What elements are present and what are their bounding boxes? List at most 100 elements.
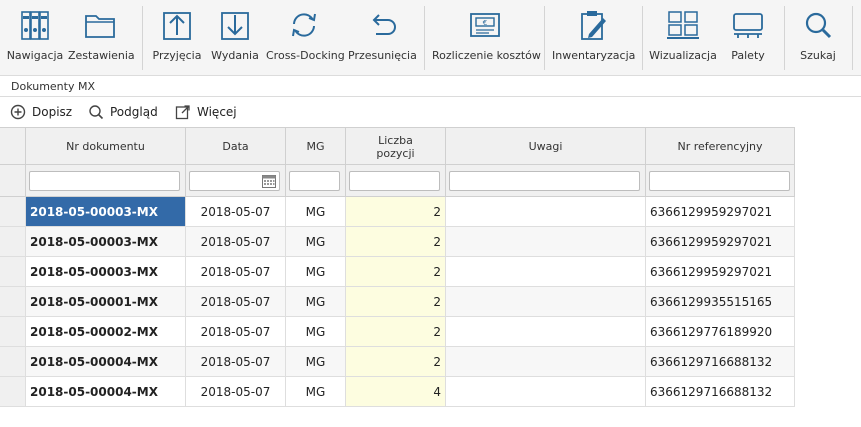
cell-mg[interactable]: MG (285, 197, 345, 226)
cell-nr-referencyjny[interactable]: 6366129959297021 (645, 257, 795, 286)
add-button-label: Dopisz (32, 105, 73, 119)
cell-nr-dokumentu[interactable]: 2018-05-00003-MX (25, 257, 185, 286)
cell-data[interactable]: 2018-05-07 (185, 257, 285, 286)
cell-liczba-pozycji[interactable]: 2 (345, 347, 445, 376)
ribbon-inwentaryzacja-label: Inwentaryzacja (552, 49, 636, 62)
ribbon-separator (424, 6, 425, 70)
cell-mg[interactable]: MG (285, 257, 345, 286)
row-header (0, 257, 25, 286)
table-row[interactable]: 2018-05-00001-MX 2018-05-07 MG 2 6366129… (0, 287, 795, 317)
table-row[interactable]: 2018-05-00002-MX 2018-05-07 MG 2 6366129… (0, 317, 795, 347)
cell-nr-dokumentu[interactable]: 2018-05-00003-MX (25, 197, 185, 226)
svg-text:€: € (483, 19, 487, 27)
ribbon-zestawienia-label: Zestawienia (68, 49, 135, 62)
cell-nr-referencyjny[interactable]: 6366129959297021 (645, 197, 795, 226)
cell-data[interactable]: 2018-05-07 (185, 227, 285, 256)
ribbon-nawigacja-button[interactable]: Nawigacja (4, 0, 66, 76)
cell-nr-dokumentu[interactable]: 2018-05-00004-MX (25, 377, 185, 406)
table-row[interactable]: 2018-05-00003-MX 2018-05-07 MG 2 6366129… (0, 197, 795, 227)
ribbon-przyjecia-button[interactable]: Przyjęcia (148, 0, 206, 76)
cell-uwagi[interactable] (445, 317, 645, 346)
cell-uwagi[interactable] (445, 287, 645, 316)
ribbon-nawigacja-label: Nawigacja (6, 49, 64, 62)
col-header-liczba-pozycji[interactable]: Liczba pozycji (345, 128, 445, 165)
cell-mg[interactable]: MG (285, 317, 345, 346)
clipboard-pen-icon (581, 11, 606, 40)
cell-liczba-pozycji[interactable]: 2 (345, 287, 445, 316)
ribbon-separator (852, 6, 853, 70)
calendar-icon[interactable] (261, 173, 277, 189)
ribbon-inwentaryzacja-button[interactable]: Inwentaryzacja (552, 0, 636, 76)
cell-nr-dokumentu[interactable]: 2018-05-00003-MX (25, 227, 185, 256)
cell-mg[interactable]: MG (285, 227, 345, 256)
cell-data[interactable]: 2018-05-07 (185, 317, 285, 346)
cell-nr-dokumentu[interactable]: 2018-05-00002-MX (25, 317, 185, 346)
row-header (0, 287, 25, 316)
cell-nr-referencyjny[interactable]: 6366129959297021 (645, 227, 795, 256)
cell-uwagi[interactable] (445, 197, 645, 226)
col-header-uwagi[interactable]: Uwagi (445, 128, 645, 165)
ribbon-zestawienia-button[interactable]: Zestawienia (68, 0, 135, 76)
ribbon-wizualizacja-label: Wizualizacja (649, 49, 717, 62)
filter-nr-referencyjny-input[interactable] (649, 171, 790, 191)
filter-cell (285, 165, 345, 196)
grid-filter-row (0, 165, 795, 197)
cell-data[interactable]: 2018-05-07 (185, 197, 285, 226)
ribbon-wydania-label: Wydania (211, 49, 259, 62)
external-link-icon (175, 105, 190, 120)
action-toolbar: Dopisz Podgląd Więcej (0, 98, 861, 126)
cell-liczba-pozycji[interactable]: 2 (345, 317, 445, 346)
col-header-data[interactable]: Data (185, 128, 285, 165)
ribbon-rozliczenie-kosztow-button[interactable]: € Rozliczenie kosztów (432, 0, 541, 76)
preview-button[interactable]: Podgląd (88, 103, 158, 121)
cell-liczba-pozycji[interactable]: 2 (345, 257, 445, 286)
cell-data[interactable]: 2018-05-07 (185, 377, 285, 406)
cell-nr-dokumentu[interactable]: 2018-05-00004-MX (25, 347, 185, 376)
cell-data[interactable]: 2018-05-07 (185, 287, 285, 316)
filter-liczba-pozycji-input[interactable] (349, 171, 440, 191)
cell-uwagi[interactable] (445, 227, 645, 256)
cell-nr-referencyjny[interactable]: 6366129776189920 (645, 317, 795, 346)
row-header (0, 227, 25, 256)
table-row[interactable]: 2018-05-00003-MX 2018-05-07 MG 2 6366129… (0, 257, 795, 287)
cell-nr-referencyjny[interactable]: 6366129716688132 (645, 377, 795, 406)
ribbon-wydania-button[interactable]: Wydania (208, 0, 262, 76)
table-row[interactable]: 2018-05-00003-MX 2018-05-07 MG 2 6366129… (0, 227, 795, 257)
table-row[interactable]: 2018-05-00004-MX 2018-05-07 MG 4 6366129… (0, 377, 795, 407)
cell-mg[interactable]: MG (285, 287, 345, 316)
cell-uwagi[interactable] (445, 377, 645, 406)
ribbon-przesuniecia-label: Przesunięcia (348, 49, 417, 62)
cell-data[interactable]: 2018-05-07 (185, 347, 285, 376)
ribbon-separator (642, 6, 643, 70)
more-button-label: Więcej (197, 105, 237, 119)
cell-nr-referencyjny[interactable]: 6366129716688132 (645, 347, 795, 376)
filter-nr-dokumentu-input[interactable] (29, 171, 180, 191)
folder-icon (85, 15, 115, 38)
cell-mg[interactable]: MG (285, 377, 345, 406)
ribbon-przesuniecia-button[interactable]: Przesunięcia (348, 0, 417, 76)
cell-uwagi[interactable] (445, 257, 645, 286)
cell-uwagi[interactable] (445, 347, 645, 376)
ribbon-wizualizacja-button[interactable]: Wizualizacja (648, 0, 718, 76)
cell-nr-referencyjny[interactable]: 6366129935515165 (645, 287, 795, 316)
filter-uwagi-input[interactable] (449, 171, 640, 191)
ribbon-toolbar: Nawigacja Zestawienia Przyjęcia Wydania … (0, 0, 861, 76)
add-button[interactable]: Dopisz (10, 103, 72, 121)
pallet-icon (733, 13, 763, 38)
cell-mg[interactable]: MG (285, 347, 345, 376)
arrow-down-box-icon (221, 12, 249, 40)
ribbon-szukaj-button[interactable]: Szukaj (792, 0, 844, 76)
ribbon-cross-docking-button[interactable]: Cross-Docking (266, 0, 345, 76)
invoice-icon: € (470, 13, 500, 37)
cell-liczba-pozycji[interactable]: 4 (345, 377, 445, 406)
filter-mg-input[interactable] (289, 171, 340, 191)
col-header-nr-dokumentu[interactable]: Nr dokumentu (25, 128, 185, 165)
cell-nr-dokumentu[interactable]: 2018-05-00001-MX (25, 287, 185, 316)
more-button[interactable]: Więcej (175, 103, 237, 121)
cell-liczba-pozycji[interactable]: 2 (345, 197, 445, 226)
cell-liczba-pozycji[interactable]: 2 (345, 227, 445, 256)
col-header-mg[interactable]: MG (285, 128, 345, 165)
col-header-nr-referencyjny[interactable]: Nr referencyjny (645, 128, 795, 165)
ribbon-palety-button[interactable]: Palety (722, 0, 774, 76)
table-row[interactable]: 2018-05-00004-MX 2018-05-07 MG 2 6366129… (0, 347, 795, 377)
